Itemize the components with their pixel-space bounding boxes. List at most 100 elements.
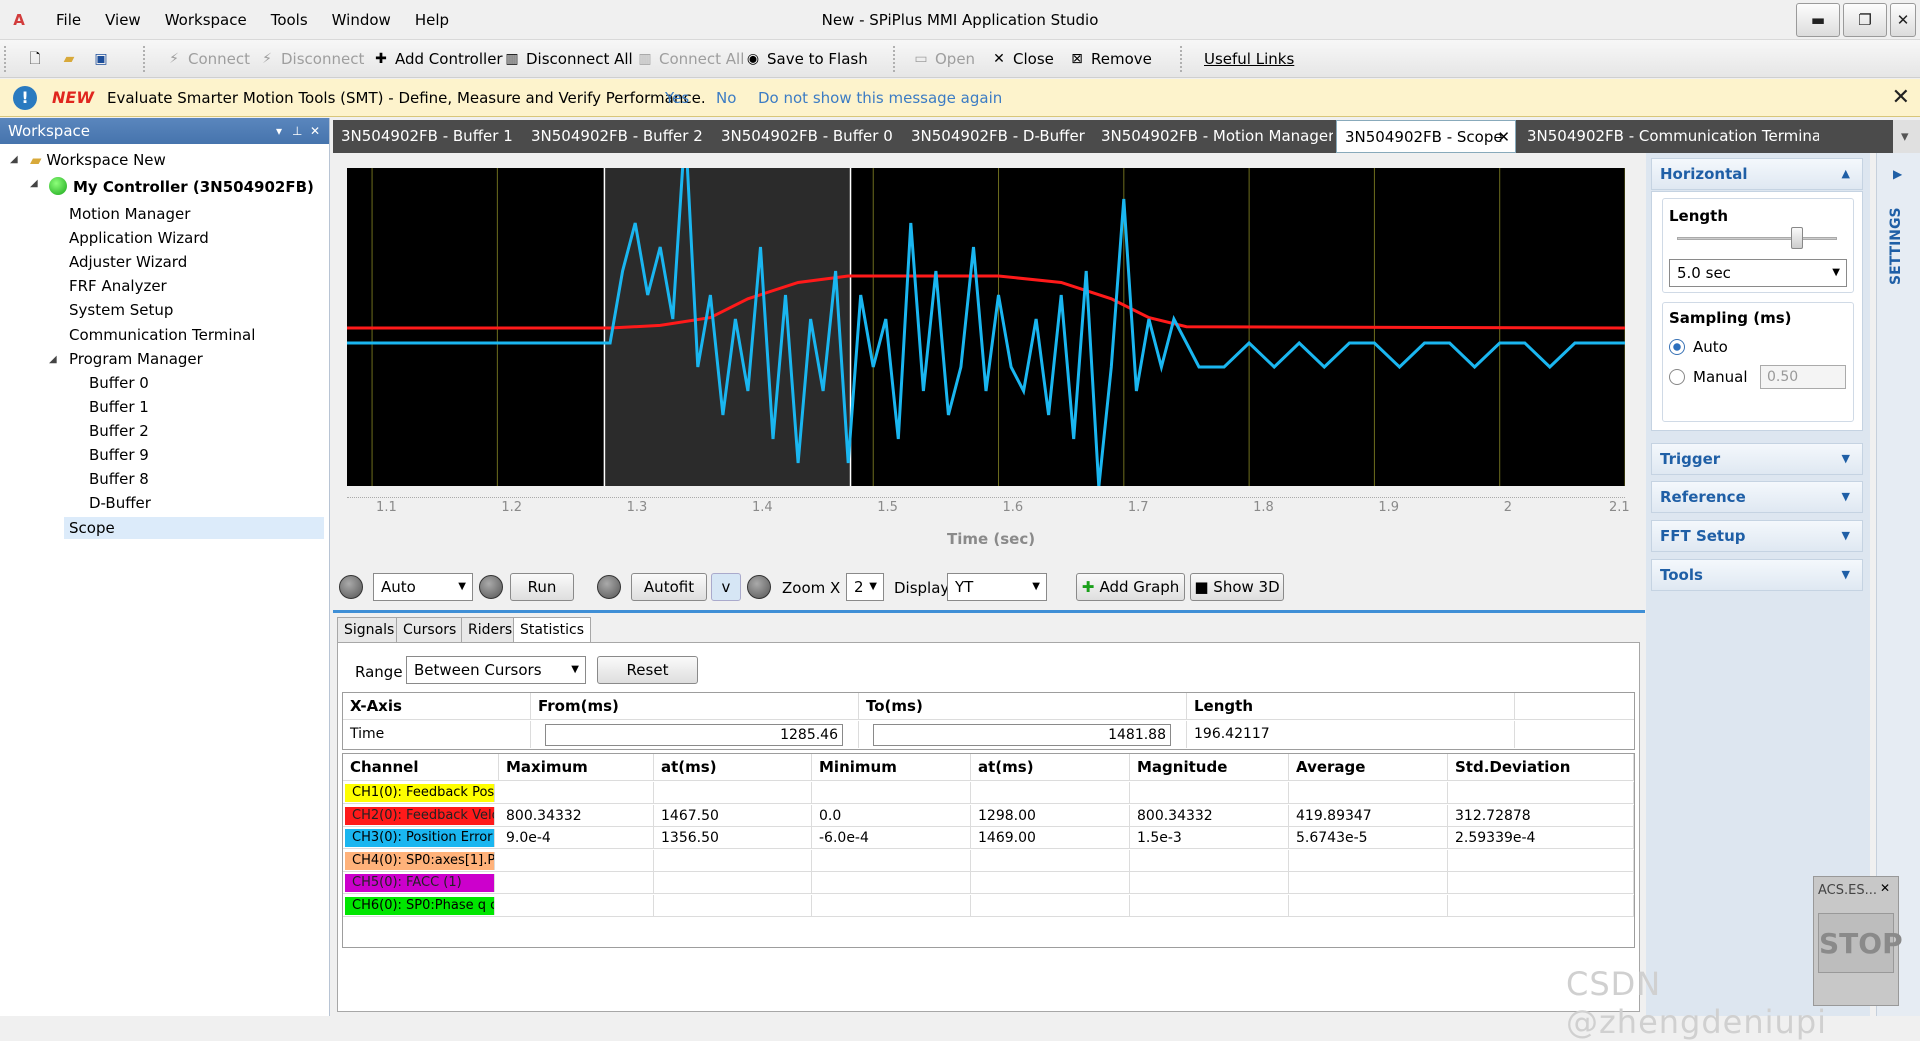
- vertical-toggle-button[interactable]: v: [711, 573, 741, 601]
- tab-signals[interactable]: Signals: [337, 617, 402, 643]
- menu-view[interactable]: View: [93, 11, 153, 29]
- length-slider-track[interactable]: [1677, 237, 1837, 240]
- autofit-led[interactable]: [597, 575, 621, 599]
- tab-close-icon[interactable]: ✕: [1497, 121, 1510, 152]
- tree-item-buffer-8[interactable]: Buffer 8: [89, 468, 149, 490]
- to-input[interactable]: 1481.88: [873, 724, 1171, 746]
- tab-cursors[interactable]: Cursors: [396, 617, 464, 643]
- table-row[interactable]: CH3(0): Position Error (1)9.0e-41356.50-…: [343, 827, 1634, 849]
- add-graph-button[interactable]: ✚ Add Graph: [1076, 573, 1185, 601]
- tree-item-application-wizard[interactable]: Application Wizard: [69, 227, 209, 249]
- tab-scope[interactable]: 3N504902FB - Scope ✕: [1336, 120, 1516, 153]
- menu-workspace[interactable]: Workspace: [153, 11, 259, 29]
- disconnect-button[interactable]: ⚡ Disconnect: [258, 46, 364, 72]
- reset-button[interactable]: Reset: [597, 656, 698, 684]
- tab-buffer-2[interactable]: 3N504902FB - Buffer 2: [523, 120, 713, 153]
- tab-statistics[interactable]: Statistics: [513, 617, 591, 643]
- tab-communication-terminal[interactable]: 3N504902FB - Communication Terminal: [1519, 120, 1819, 153]
- range-select[interactable]: Between Cursors ▼: [406, 656, 586, 684]
- tabs-overflow-icon[interactable]: ▾: [1893, 120, 1920, 153]
- auto-radio[interactable]: [1669, 339, 1685, 355]
- tree-controller[interactable]: My Controller (3N504902FB): [49, 176, 314, 198]
- add-controller-button[interactable]: ✚ Add Controller: [372, 46, 502, 72]
- tree-item-motion-manager[interactable]: Motion Manager: [69, 203, 190, 225]
- connect-all-button[interactable]: ▥ Connect All: [636, 46, 744, 72]
- toolbar-grip-2[interactable]: [143, 46, 149, 72]
- tab-riders[interactable]: Riders: [461, 617, 520, 643]
- close-button[interactable]: ✕ Close: [990, 46, 1054, 72]
- info-yes-link[interactable]: Yes: [665, 89, 689, 107]
- menu-file[interactable]: File: [44, 11, 93, 29]
- tree-item-scope[interactable]: Scope: [64, 517, 324, 539]
- zoom-led[interactable]: [747, 575, 771, 599]
- menu-window[interactable]: Window: [320, 11, 403, 29]
- tree-item-system-setup[interactable]: System Setup: [69, 299, 173, 321]
- display-select[interactable]: YT ▼: [947, 573, 1047, 601]
- horizontal-section-header[interactable]: Horizontal ▲: [1651, 158, 1863, 190]
- from-input[interactable]: 1285.46: [545, 724, 843, 746]
- expand-right-icon[interactable]: ▶: [1893, 167, 1902, 181]
- close-window-button[interactable]: ✕: [1890, 3, 1916, 37]
- autofit-button[interactable]: Autofit: [631, 573, 707, 601]
- tools-section-header[interactable]: Tools ▼: [1651, 559, 1863, 591]
- pin-icon[interactable]: ⊥: [292, 118, 302, 144]
- fft-section-header[interactable]: FFT Setup ▼: [1651, 520, 1863, 552]
- length-select[interactable]: 5.0 sec ▼: [1669, 259, 1847, 287]
- menu-tools[interactable]: Tools: [259, 11, 320, 29]
- save-to-flash-button[interactable]: ◉ Save to Flash: [744, 46, 868, 72]
- useful-links-button[interactable]: Useful Links: [1204, 46, 1294, 72]
- table-row[interactable]: CH4(0): SP0:axes[1].PE: [343, 849, 1634, 872]
- tree-workspace-root[interactable]: ▰ Workspace New: [30, 149, 166, 171]
- expand-icon[interactable]: ◢: [30, 178, 40, 189]
- tree-item-d-buffer[interactable]: D-Buffer: [89, 492, 151, 514]
- zoom-select[interactable]: 2 ▼: [846, 573, 884, 601]
- tree-item-buffer-2[interactable]: Buffer 2: [89, 420, 149, 442]
- tree-item-buffer-9[interactable]: Buffer 9: [89, 444, 149, 466]
- open-workspace-button[interactable]: ▰: [60, 46, 78, 72]
- show-3d-button[interactable]: ■ Show 3D: [1190, 573, 1284, 601]
- info-no-link[interactable]: No: [716, 89, 736, 107]
- scope-plot[interactable]: [347, 168, 1625, 486]
- tab-buffer-1[interactable]: 3N504902FB - Buffer 1: [333, 120, 523, 153]
- splitter[interactable]: [333, 610, 1645, 613]
- remove-button[interactable]: ⊠ Remove: [1068, 46, 1152, 72]
- table-row[interactable]: CH2(0): Feedback Veloci...800.343321467.…: [343, 804, 1634, 827]
- run-led[interactable]: [479, 575, 503, 599]
- tree-item-frf-analyzer[interactable]: FRF Analyzer: [69, 275, 167, 297]
- widget-close-icon[interactable]: ✕: [1880, 881, 1890, 895]
- settings-strip-label[interactable]: SETTINGS: [1888, 205, 1908, 285]
- mode-select[interactable]: Auto ▼: [373, 573, 473, 601]
- reference-section-header[interactable]: Reference ▼: [1651, 481, 1863, 513]
- disconnect-all-button[interactable]: ▥ Disconnect All: [503, 46, 632, 72]
- stop-button[interactable]: STOP: [1818, 913, 1903, 973]
- length-slider-thumb[interactable]: [1791, 227, 1803, 249]
- info-close-icon[interactable]: ✕: [1892, 85, 1910, 110]
- run-button[interactable]: Run: [510, 573, 574, 601]
- tree-item-buffer-0[interactable]: Buffer 0: [89, 372, 149, 394]
- open-button[interactable]: ▭ Open: [912, 46, 975, 72]
- expand-icon[interactable]: ◢: [49, 354, 59, 365]
- restore-button[interactable]: ❐: [1843, 3, 1887, 37]
- table-row[interactable]: CH6(0): SP0:Phase q cu...: [343, 894, 1634, 917]
- tree-item-adjuster-wizard[interactable]: Adjuster Wizard: [69, 251, 187, 273]
- tree-item-communication-terminal[interactable]: Communication Terminal: [69, 324, 255, 346]
- tree-item-buffer-1[interactable]: Buffer 1: [89, 396, 149, 418]
- toolbar-grip-4[interactable]: [1180, 46, 1186, 72]
- toolbar-grip-3[interactable]: [893, 46, 899, 72]
- tab-d-buffer[interactable]: 3N504902FB - D-Buffer: [903, 120, 1093, 153]
- panel-menu-icon[interactable]: ▾: [276, 118, 282, 144]
- new-workspace-button[interactable]: 🗋: [26, 46, 44, 72]
- table-row[interactable]: CH5(0): FACC (1): [343, 872, 1634, 894]
- trigger-section-header[interactable]: Trigger ▼: [1651, 443, 1863, 475]
- toolbar-grip[interactable]: [4, 46, 10, 72]
- tab-motion-manager[interactable]: 3N504902FB - Motion Manager: [1093, 120, 1333, 153]
- menu-help[interactable]: Help: [403, 11, 461, 29]
- panel-close-icon[interactable]: ✕: [310, 118, 320, 144]
- manual-radio[interactable]: [1669, 369, 1685, 385]
- expand-icon[interactable]: ◢: [10, 154, 20, 165]
- tree-item-program-manager[interactable]: Program Manager: [69, 348, 203, 370]
- tab-buffer-0[interactable]: 3N504902FB - Buffer 0: [713, 120, 903, 153]
- minimize-button[interactable]: ▬: [1796, 3, 1840, 37]
- save-workspace-button[interactable]: ▣: [92, 46, 110, 72]
- manual-sampling-input[interactable]: 0.50: [1760, 365, 1846, 389]
